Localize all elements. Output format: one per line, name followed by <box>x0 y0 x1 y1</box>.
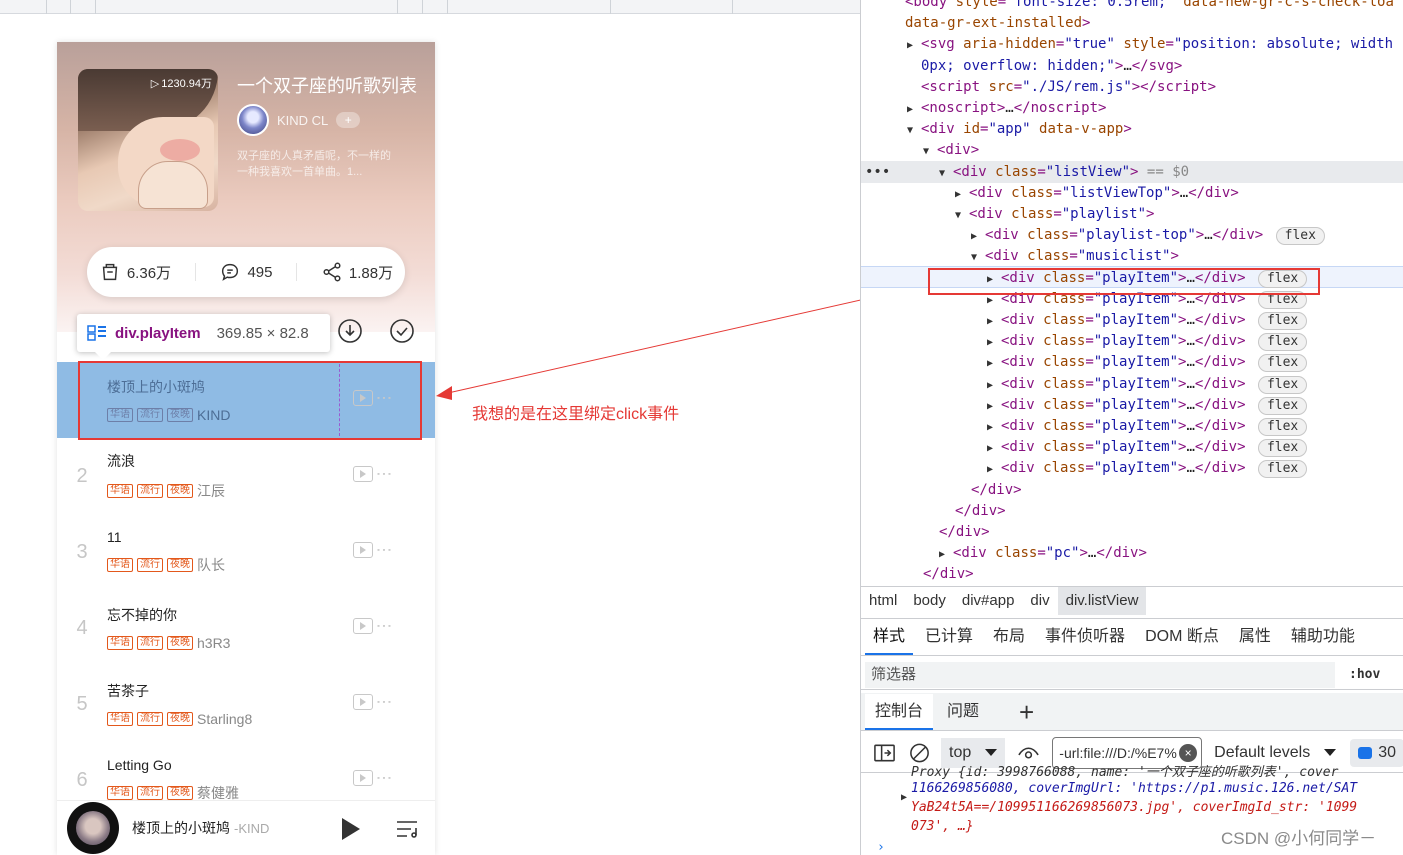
hov-toggle[interactable]: :hov <box>1349 667 1380 682</box>
breadcrumb-item[interactable]: div <box>1022 587 1057 615</box>
breadcrumb: html body div#app div div.listView <box>861 586 1403 615</box>
message-count-badge[interactable]: 30 <box>1350 738 1403 767</box>
dom-node[interactable]: ▶ <div class="pc">…</div> <box>939 543 1147 564</box>
expand-triangle-icon[interactable]: ▶ <box>907 99 921 120</box>
expand-triangle-icon[interactable]: ▶ <box>987 353 1001 374</box>
expand-triangle-icon[interactable]: ▶ <box>955 184 969 205</box>
dom-node[interactable]: ▶ <div class="playlist-top">…</div> flex <box>971 225 1325 246</box>
expand-triangle-icon[interactable]: ▼ <box>939 163 953 184</box>
expand-triangle-icon[interactable]: ▼ <box>971 247 985 268</box>
expand-triangle-icon[interactable]: ▶ <box>987 311 1001 332</box>
sidebar-toggle-icon[interactable] <box>873 741 896 765</box>
dom-node[interactable]: <script src="./JS/rem.js"></script> <box>921 77 1216 98</box>
console-output: Proxy {id: 3998766088, name: '一个双子座的听歌列表… <box>877 765 1377 855</box>
expand-triangle-icon[interactable]: ▶ <box>987 332 1001 353</box>
tab-issues[interactable]: 问题 <box>937 694 989 730</box>
context-select[interactable]: top <box>941 737 1006 768</box>
expand-triangle-icon[interactable]: ▼ <box>907 120 921 141</box>
styles-tab[interactable]: 布局 <box>985 619 1033 655</box>
expand-triangle-icon[interactable]: ▶ <box>987 459 1001 480</box>
expand-triangle-icon[interactable]: ▶ <box>901 792 907 803</box>
expand-triangle-icon[interactable]: ▶ <box>987 396 1001 417</box>
message-icon <box>1358 746 1373 759</box>
highlight-box-dom <box>928 268 1320 295</box>
expand-triangle-icon[interactable]: ▶ <box>971 226 985 247</box>
dom-node[interactable]: </div> <box>971 480 1022 501</box>
add-tab-icon[interactable]: + <box>1009 694 1044 730</box>
dom-node[interactable]: 0px; overflow: hidden;">…</svg> <box>921 56 1182 77</box>
dom-node[interactable]: ▶ <div class="playItem">…</div> flex <box>987 352 1308 374</box>
dom-node[interactable]: ▶ <div class="playItem">…</div> flex <box>987 416 1308 438</box>
styles-tabs: 样式 已计算 布局 事件侦听器 DOM 断点 属性 辅助功能 <box>861 618 1403 656</box>
dom-node[interactable]: ▶ <noscript>…</noscript> <box>907 98 1106 119</box>
dom-node[interactable]: ▶ <div class="playItem">…</div> flex <box>987 310 1308 332</box>
levels-select[interactable]: Default levels <box>1214 744 1336 762</box>
devtools-panel: ••• <body style="font-size: 0.5rem;" dat… <box>860 0 1403 855</box>
dom-node[interactable]: ▼ <div class="listView"> == $0 <box>939 162 1189 183</box>
dom-node[interactable]: ▼ <div id="app" data-v-app> <box>907 119 1132 140</box>
annotation-text: 我想的是在这里绑定click事件 <box>472 406 680 423</box>
eye-icon[interactable] <box>1017 741 1040 765</box>
dom-node[interactable]: ▶ <div class="playItem">…</div> flex <box>987 458 1308 480</box>
dom-node[interactable]: ▶ <div class="playItem">…</div> flex <box>987 331 1308 353</box>
clear-console-icon[interactable] <box>908 741 931 765</box>
expand-triangle-icon[interactable]: ▶ <box>939 544 953 565</box>
filter-input[interactable]: 筛选器 <box>865 661 1335 688</box>
expand-triangle-icon[interactable]: ▶ <box>987 375 1001 396</box>
dom-node[interactable]: ▶ <div class="playItem">…</div> flex <box>987 374 1308 396</box>
styles-tab[interactable]: 属性 <box>1231 619 1279 655</box>
expand-triangle-icon[interactable]: ▼ <box>923 141 937 162</box>
dom-node[interactable]: data-gr-ext-installed> <box>905 13 1090 34</box>
styles-tab[interactable]: DOM 断点 <box>1137 619 1227 655</box>
dom-node[interactable]: <body style="font-size: 0.5rem;" data-ne… <box>905 0 1394 13</box>
styles-tab[interactable]: 辅助功能 <box>1283 619 1363 655</box>
dom-node[interactable]: </div> <box>939 522 990 543</box>
dom-tree: ••• <body style="font-size: 0.5rem;" dat… <box>861 0 1403 585</box>
drawer-tabs: 控制台 问题 + <box>861 693 1403 731</box>
expand-triangle-icon[interactable]: ▼ <box>955 205 969 226</box>
dom-node[interactable]: ▼ <div> <box>923 140 979 161</box>
styles-tab[interactable]: 事件侦听器 <box>1037 619 1133 655</box>
expand-triangle-icon[interactable]: ▶ <box>987 417 1001 438</box>
expand-triangle-icon[interactable]: ▶ <box>907 35 921 56</box>
dom-node[interactable]: </div> <box>923 564 974 585</box>
breadcrumb-item[interactable]: div.listView <box>1057 586 1147 615</box>
breadcrumb-item[interactable]: body <box>905 587 954 615</box>
more-dots[interactable]: ••• <box>865 161 890 183</box>
styles-tab[interactable]: 已计算 <box>917 619 981 655</box>
watermark: CSDN @小何同学－ <box>1221 829 1377 848</box>
dom-node[interactable]: ▼ <div class="musiclist"> <box>971 246 1179 267</box>
dom-node[interactable]: ▼ <div class="playlist"> <box>955 204 1154 225</box>
dom-node[interactable]: ▶ <div class="listViewTop">…</div> <box>955 183 1239 204</box>
breadcrumb-item[interactable]: div#app <box>954 587 1023 615</box>
expand-triangle-icon[interactable]: ▶ <box>987 438 1001 459</box>
clear-filter-icon[interactable]: × <box>1179 743 1198 762</box>
dom-node[interactable]: ▶ <svg aria-hidden="true" style="position… <box>907 34 1393 55</box>
styles-filter: 筛选器 :hov <box>861 660 1403 690</box>
tab-console[interactable]: 控制台 <box>865 693 934 730</box>
breadcrumb-item[interactable]: html <box>861 587 905 615</box>
console-prompt-icon[interactable]: › <box>877 840 885 855</box>
styles-tab[interactable]: 样式 <box>865 619 914 655</box>
dom-node[interactable]: </div> <box>955 501 1006 522</box>
dom-node[interactable]: ▶ <div class="playItem">…</div> flex <box>987 437 1308 459</box>
dom-node[interactable]: ▶ <div class="playItem">…</div> flex <box>987 395 1308 417</box>
